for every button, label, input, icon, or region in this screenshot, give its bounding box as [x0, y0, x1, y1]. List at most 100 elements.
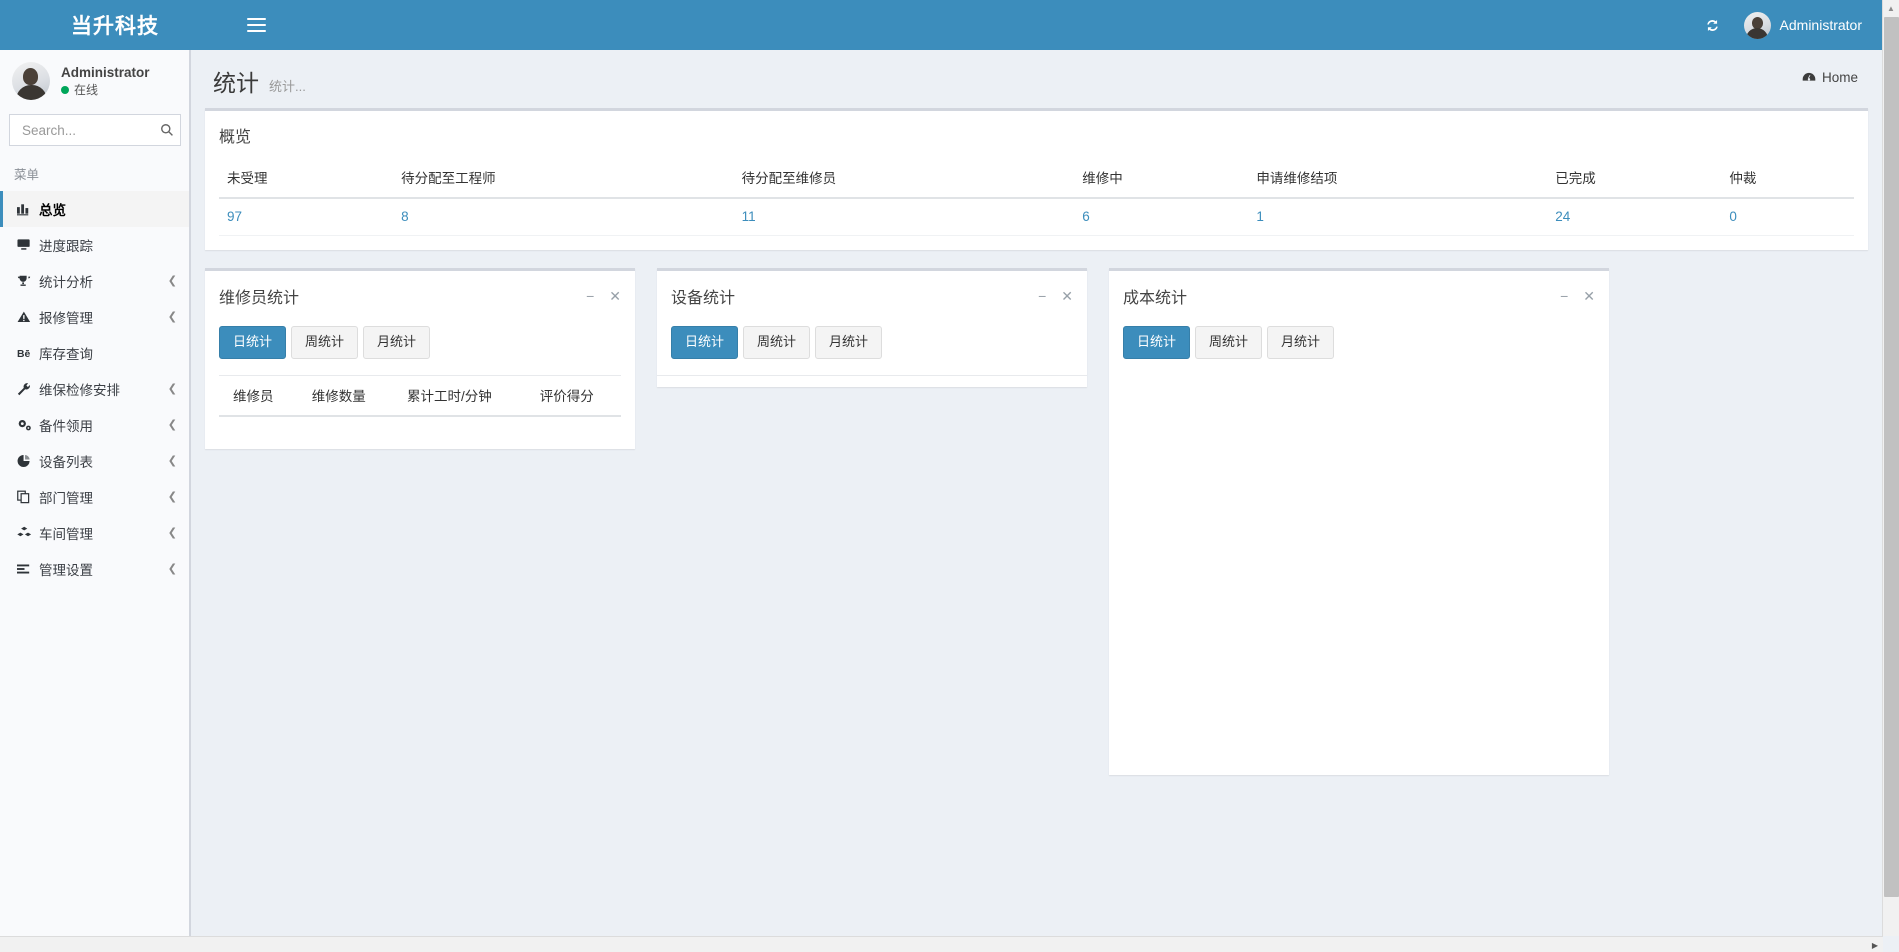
svg-text:Bē: Bē: [17, 349, 30, 360]
navbar-user-menu[interactable]: Administrator: [1736, 0, 1876, 50]
close-icon[interactable]: ✕: [1061, 289, 1073, 303]
overview-count-link[interactable]: 1: [1256, 209, 1264, 224]
brand-logo[interactable]: 当升科技: [0, 0, 230, 50]
cubes-icon: [17, 526, 39, 540]
sidebar-item-maintenance-schedule[interactable]: 维保检修安排 ❮: [0, 371, 189, 407]
pie-chart-icon: [17, 454, 39, 468]
table-cell: 24: [1547, 198, 1721, 236]
content-header: 统计 统计... Home: [191, 50, 1882, 108]
table-cell: 1: [1248, 198, 1547, 236]
overview-count-link[interactable]: 6: [1082, 209, 1090, 224]
vertical-scrollbar-thumb[interactable]: [1884, 17, 1899, 897]
tab-weekly-stats[interactable]: 周统计: [743, 326, 810, 359]
table-cell: 97: [219, 198, 393, 236]
column-header: 评价得分: [526, 375, 621, 416]
sidebar-item-statistics-analysis[interactable]: 统计分析 ❮: [0, 263, 189, 299]
table-cell: 6: [1074, 198, 1248, 236]
sidebar-user-status-label: 在线: [74, 82, 98, 98]
sidebar-user-status: 在线: [61, 82, 150, 98]
breadcrumb[interactable]: Home: [1802, 70, 1858, 85]
hamburger-icon: [247, 14, 266, 36]
sidebar-user-name: Administrator: [61, 64, 150, 82]
search-icon[interactable]: [160, 123, 174, 137]
list-icon: [17, 562, 39, 576]
overview-count-link[interactable]: 97: [227, 209, 242, 224]
chevron-left-icon: ❮: [168, 420, 177, 431]
sidebar-item-progress-tracking[interactable]: 进度跟踪: [0, 227, 189, 263]
close-icon[interactable]: ✕: [1583, 289, 1595, 303]
chevron-left-icon: ❮: [168, 312, 177, 323]
tab-monthly-stats[interactable]: 月统计: [1267, 326, 1334, 359]
minimize-icon[interactable]: −: [1560, 289, 1568, 303]
refresh-icon[interactable]: [1690, 0, 1736, 50]
sidebar-user-panel[interactable]: Administrator 在线: [0, 50, 189, 112]
gears-icon: [17, 418, 39, 432]
column-header: 维修数量: [298, 375, 393, 416]
scroll-up-icon[interactable]: ▲: [1883, 0, 1899, 17]
desktop-icon: [17, 238, 39, 252]
panel-header: 维修员统计 − ✕: [205, 271, 635, 320]
overview-box-body: 未受理 待分配至工程师 待分配至维修员 维修中 申请维修结项 已完成 仲裁: [205, 158, 1868, 250]
column-header: 仲裁: [1721, 158, 1854, 198]
bar-chart-icon: [17, 202, 39, 216]
minimize-icon[interactable]: −: [586, 289, 594, 303]
sidebar-item-label: 统计分析: [39, 271, 168, 291]
sidebar-item-repair-management[interactable]: 报修管理 ❮: [0, 299, 189, 335]
table-header-row: 维修员 维修数量 累计工时/分钟 评价得分: [219, 375, 621, 416]
panel-tab-group: 日统计 周统计 月统计: [205, 320, 635, 375]
search-box[interactable]: [9, 114, 181, 146]
sidebar-item-label: 车间管理: [39, 523, 168, 543]
tab-daily-stats[interactable]: 日统计: [219, 326, 286, 359]
overview-count-link[interactable]: 11: [742, 209, 756, 224]
search-input[interactable]: [20, 122, 160, 139]
panel-header: 成本统计 − ✕: [1109, 271, 1609, 320]
overview-box-header: 概览: [205, 111, 1868, 158]
dashboard-icon: [1802, 71, 1816, 84]
panel-title: 维修员统计: [219, 284, 299, 308]
tab-weekly-stats[interactable]: 周统计: [291, 326, 358, 359]
sidebar-item-overview[interactable]: 总览: [0, 191, 189, 227]
chevron-left-icon: ❮: [168, 528, 177, 539]
sidebar-item-workshop-management[interactable]: 车间管理 ❮: [0, 515, 189, 551]
horizontal-scrollbar[interactable]: ▶: [0, 936, 1883, 952]
sidebar-item-inventory-query[interactable]: Bē 库存查询: [0, 335, 189, 371]
column-header: 待分配至工程师: [393, 158, 734, 198]
close-icon[interactable]: ✕: [609, 289, 621, 303]
panel-title: 设备统计: [671, 284, 735, 308]
scroll-right-icon[interactable]: ▶: [1867, 937, 1883, 952]
cost-chart-area: [1109, 375, 1609, 775]
sidebar-item-department-management[interactable]: 部门管理 ❮: [0, 479, 189, 515]
behance-icon: Bē: [17, 346, 39, 360]
sidebar-item-device-list[interactable]: 设备列表 ❮: [0, 443, 189, 479]
tab-daily-stats[interactable]: 日统计: [671, 326, 738, 359]
tab-monthly-stats[interactable]: 月统计: [363, 326, 430, 359]
sidebar-item-spare-parts[interactable]: 备件领用 ❮: [0, 407, 189, 443]
table-header-row: 未受理 待分配至工程师 待分配至维修员 维修中 申请维修结项 已完成 仲裁: [219, 158, 1854, 198]
avatar: [12, 62, 50, 100]
column-header: 已完成: [1547, 158, 1721, 198]
chevron-left-icon: ❮: [168, 276, 177, 287]
tab-monthly-stats[interactable]: 月统计: [815, 326, 882, 359]
copy-icon: [17, 490, 39, 504]
overview-count-link[interactable]: 0: [1729, 209, 1737, 224]
content-area: 统计 统计... Home 概览 未受理: [190, 50, 1882, 952]
overview-table: 未受理 待分配至工程师 待分配至维修员 维修中 申请维修结项 已完成 仲裁: [219, 158, 1854, 236]
tab-weekly-stats[interactable]: 周统计: [1195, 326, 1262, 359]
panel-tab-group: 日统计 周统计 月统计: [1109, 320, 1609, 375]
sidebar-item-admin-settings[interactable]: 管理设置 ❮: [0, 551, 189, 587]
panel-empty-body: [657, 375, 1087, 387]
table-cell: 0: [1721, 198, 1854, 236]
column-header: 维修员: [219, 375, 298, 416]
table-row: 97 8 11 6 1 24 0: [219, 198, 1854, 236]
overview-count-link[interactable]: 24: [1555, 209, 1570, 224]
sidebar-toggle-button[interactable]: [230, 0, 282, 50]
sidebar-item-label: 报修管理: [39, 307, 168, 327]
overview-count-link[interactable]: 8: [401, 209, 409, 224]
tab-daily-stats[interactable]: 日统计: [1123, 326, 1190, 359]
overview-box: 概览 未受理 待分配至工程师 待分配至维修员 维修中 申请维修结项 已完成: [205, 108, 1868, 250]
avatar: [1744, 12, 1771, 39]
horizontal-scrollbar-thumb[interactable]: [0, 938, 1560, 952]
vertical-scrollbar[interactable]: ▲: [1882, 0, 1899, 936]
minimize-icon[interactable]: −: [1038, 289, 1046, 303]
table-cell: 8: [393, 198, 734, 236]
